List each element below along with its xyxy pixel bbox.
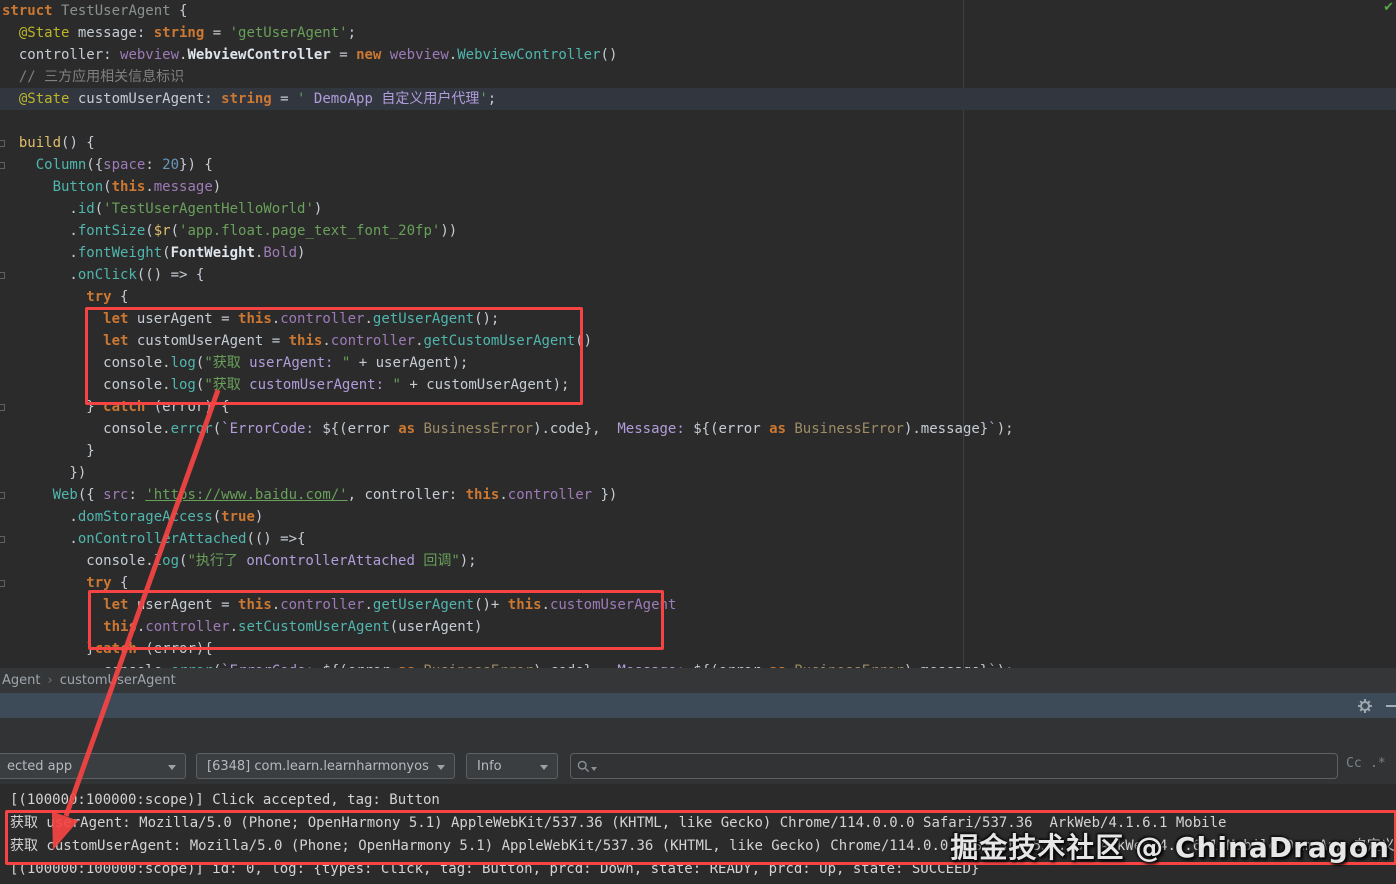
code-line[interactable]: this.controller.setCustomUserAgent(userA… (0, 616, 1396, 638)
code-line[interactable]: Web({ src: 'https://www.baidu.com/', con… (0, 484, 1396, 506)
code-line[interactable]: struct TestUserAgent { (0, 0, 1396, 22)
fold-marker-icon[interactable] (0, 404, 5, 411)
fold-marker-icon[interactable] (0, 580, 5, 587)
breadcrumb-item-agent[interactable]: Agent (2, 673, 40, 688)
code-line[interactable]: Column({space: 20}) { (0, 154, 1396, 176)
case-sensitive-toggle[interactable]: Cc (1346, 756, 1362, 771)
code-line[interactable]: Button(this.message) (0, 176, 1396, 198)
chevron-down-icon (168, 765, 176, 770)
log-line: 获取 userAgent: Mozilla/5.0 (Phone; OpenHa… (10, 815, 1227, 831)
code-line[interactable]: try { (0, 572, 1396, 594)
code-line[interactable]: .fontSize($r('app.float.page_text_font_2… (0, 220, 1396, 242)
search-icon (577, 760, 590, 772)
code-line[interactable]: console.log("获取 customUserAgent: " + cus… (0, 374, 1396, 396)
code-line[interactable]: @State customUserAgent: string = ' DemoA… (0, 88, 1396, 110)
code-line[interactable]: }catch (error){ (0, 638, 1396, 660)
fold-marker-icon[interactable] (0, 492, 5, 499)
code-line[interactable]: // 三方应用相关信息标识 (0, 66, 1396, 88)
code-lines: struct TestUserAgent { @State message: s… (0, 0, 1396, 668)
code-line[interactable]: try { (0, 286, 1396, 308)
log-search-input[interactable] (597, 757, 1301, 775)
fold-marker-icon[interactable] (0, 140, 5, 147)
code-line[interactable]: }) (0, 462, 1396, 484)
regex-toggle[interactable]: .* (1370, 756, 1386, 771)
code-editor[interactable]: struct TestUserAgent { @State message: s… (0, 0, 1396, 668)
chevron-down-icon (540, 765, 548, 770)
code-line[interactable]: } (0, 440, 1396, 462)
code-line[interactable]: controller: webview.WebviewController = … (0, 44, 1396, 66)
code-line[interactable]: let userAgent = this.controller.getUserA… (0, 594, 1396, 616)
chevron-down-icon (437, 765, 445, 770)
log-level-dropdown[interactable]: Info (466, 753, 558, 779)
breadcrumb-item-customuseragent[interactable]: customUserAgent (60, 673, 176, 688)
gear-icon[interactable] (1356, 697, 1374, 715)
log-level-dropdown-label: Info (477, 758, 502, 774)
code-line[interactable]: .onClick(() => { (0, 264, 1396, 286)
fold-marker-icon[interactable] (0, 272, 5, 279)
process-dropdown[interactable]: [6348] com.learn.learnharmonyos (196, 753, 455, 779)
inspection-ok-icon: ✔ (1383, 0, 1394, 15)
code-line[interactable] (0, 110, 1396, 132)
code-line[interactable]: let customUserAgent = this.controller.ge… (0, 330, 1396, 352)
code-line[interactable]: .fontWeight(FontWeight.Bold) (0, 242, 1396, 264)
code-line[interactable]: build() { (0, 132, 1396, 154)
minimize-icon[interactable] (1386, 704, 1396, 707)
log-line: 获取 customUserAgent: Mozilla/5.0 (Phone; … (10, 838, 1396, 854)
log-output[interactable]: [(100000:100000:scope)] Click accepted, … (0, 784, 1396, 884)
code-line[interactable]: .onControllerAttached(() =>{ (0, 528, 1396, 550)
fold-marker-icon[interactable] (0, 162, 5, 169)
breadcrumb: Agent › customUserAgent (0, 668, 1396, 694)
code-line[interactable]: console.error(`ErrorCode: ${(error as Bu… (0, 660, 1396, 668)
log-line: [(100000:100000:scope)] id: 0, log: {typ… (10, 861, 980, 877)
log-line: [(100000:100000:scope)] Click accepted, … (10, 792, 440, 808)
log-toolbar: ected app [6348] com.learn.learnharmonyo… (0, 718, 1396, 784)
code-line[interactable]: console.log("执行了 onControllerAttached 回调… (0, 550, 1396, 572)
code-line[interactable]: let userAgent = this.controller.getUserA… (0, 308, 1396, 330)
fold-marker-icon[interactable] (0, 536, 5, 543)
log-search-box[interactable] (570, 753, 1338, 779)
device-dropdown[interactable]: ected app (0, 753, 186, 779)
toolwindow-header (0, 693, 1396, 718)
code-line[interactable]: .domStorageAccess(true) (0, 506, 1396, 528)
code-line[interactable]: console.error(`ErrorCode: ${(error as Bu… (0, 418, 1396, 440)
chevron-right-icon: › (47, 673, 53, 688)
code-line[interactable]: @State message: string = 'getUserAgent'; (0, 22, 1396, 44)
code-line[interactable]: .id('TestUserAgentHelloWorld') (0, 198, 1396, 220)
device-dropdown-label: ected app (7, 758, 73, 774)
code-line[interactable]: } catch (error) { (0, 396, 1396, 418)
process-dropdown-label: [6348] com.learn.learnharmonyos (207, 758, 429, 774)
log-lines: [(100000:100000:scope)] Click accepted, … (0, 784, 1396, 884)
code-line[interactable]: console.log("获取 userAgent: " + userAgent… (0, 352, 1396, 374)
